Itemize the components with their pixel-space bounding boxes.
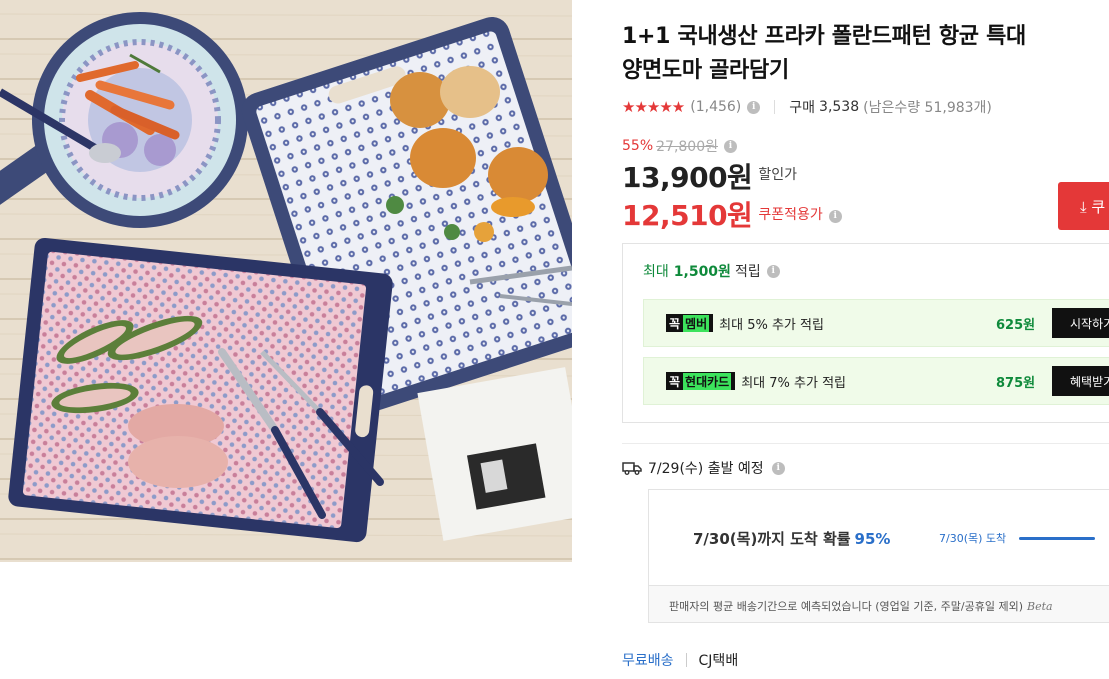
info-icon[interactable]: i [771,461,785,475]
arrival-date-small: 7/30(목) 도착 [939,532,1007,545]
card-badge: 꼭 현대카드 [666,372,736,390]
product-info: 1+1 국내생산 프라카 폴란드패턴 항균 특대 양면도마 골라담기 ★★★★★… [622,0,1109,679]
arrival-bar [1019,537,1095,540]
product-image[interactable] [0,0,572,562]
original-price: 27,800원 [656,139,718,155]
divider [774,100,776,114]
reward-head-prefix: 최대 [643,264,669,280]
departure-row: 7/29(수) 출발 예정 i [622,458,785,478]
coupon-price: 12,510원 [622,199,753,232]
badge-highlight: 현대카드 [683,372,732,390]
info-icon[interactable]: i [828,209,842,223]
reward-amount: 625원 [996,317,1036,333]
beta-label: Beta [1026,600,1053,613]
info-icon[interactable]: i [724,139,737,153]
discount-rate: 55% [622,138,654,154]
rating-stars[interactable]: ★★★★★ [622,98,685,116]
remaining-stock: (남은수량 51,983개) [863,100,992,116]
product-title-line1: 1+1 국내생산 프라카 폴란드패턴 항균 특대 [622,24,1026,49]
product-title-line2: 양면도마 골라담기 [622,58,789,83]
divider [685,653,687,667]
badge-prefix: 꼭 [669,374,681,389]
product-title: 1+1 국내생산 프라카 폴란드패턴 항균 특대 양면도마 골라담기 [622,20,1102,88]
purchase-count: 3,538 [819,99,860,115]
purchase-label: 구매 [789,100,816,116]
reward-amount: 875원 [996,375,1036,391]
cutting-boards-photo [0,0,572,562]
review-count[interactable]: (1,456) [690,99,741,115]
badge-prefix: 꼭 [669,316,681,331]
arrival-main-text: 7/30(목)까지 도착 확률 [693,530,851,548]
arrival-percent: 95% [854,530,891,548]
reward-text: 최대 7% 추가 적립 [741,375,846,391]
reward-box: 최대 1,500원 적립 i 꼭 멤버 최대 5% 추가 적립 625원 시작하기… [622,243,1109,423]
reward-head-suffix: 적립 [734,264,761,280]
arrival-main: 7/30(목)까지 도착 확률 95% [693,528,890,549]
coupon-price-label: 쿠폰적용가 [758,207,823,223]
arrival-probability-box: 7/30(목)까지 도착 확률 95% 7/30(목) 도착 [648,489,1109,585]
reward-text: 최대 5% 추가 적립 [719,317,824,333]
info-icon[interactable]: i [766,264,780,278]
reward-head: 최대 1,500원 적립 i [643,261,780,281]
arrival-note-text: 판매자의 평균 배송기간으로 예측되었습니다 (영업일 기준, 주말/공휴일 제… [669,600,1023,613]
delivery-row: 무료배송 CJ택배 [622,650,738,670]
info-icon[interactable]: i [747,100,761,114]
reward-head-amount: 1,500원 [673,264,731,280]
courier: CJ택배 [698,653,739,669]
coupon-download-button[interactable]: ⤓ 쿠 [1058,182,1109,230]
departure-text: 7/29(수) 출발 예정 [648,461,764,477]
arrival-note-box: 판매자의 평균 배송기간으로 예측되었습니다 (영업일 기준, 주말/공휴일 제… [648,585,1109,623]
member-badge: 꼭 멤버 [666,314,714,332]
reward-item-member: 꼭 멤버 최대 5% 추가 적립 625원 시작하기 [643,299,1109,347]
coupon-price-row: 12,510원 쿠폰적용가 i [622,194,842,234]
truck-icon [622,462,642,475]
divider [622,443,1109,444]
benefit-button[interactable]: 혜택받기 [1052,366,1109,396]
reward-item-card: 꼭 현대카드 최대 7% 추가 적립 875원 혜택받기 [643,357,1109,405]
badge-highlight: 멤버 [683,314,710,332]
sale-price-label: 할인가 [758,167,797,183]
arrival-note: 판매자의 평균 배송기간으로 예측되었습니다 (영업일 기준, 주말/공휴일 제… [669,598,1053,614]
discount-row: 55% 27,800원 i [622,136,737,156]
free-shipping: 무료배송 [622,653,674,669]
sale-price: 13,900원 [622,161,753,194]
rating-row: ★★★★★ (1,456) i 구매 3,538 (남은수량 51,983개) [622,96,992,118]
sale-price-row: 13,900원 할인가 [622,156,797,196]
start-button[interactable]: 시작하기 [1052,308,1109,338]
